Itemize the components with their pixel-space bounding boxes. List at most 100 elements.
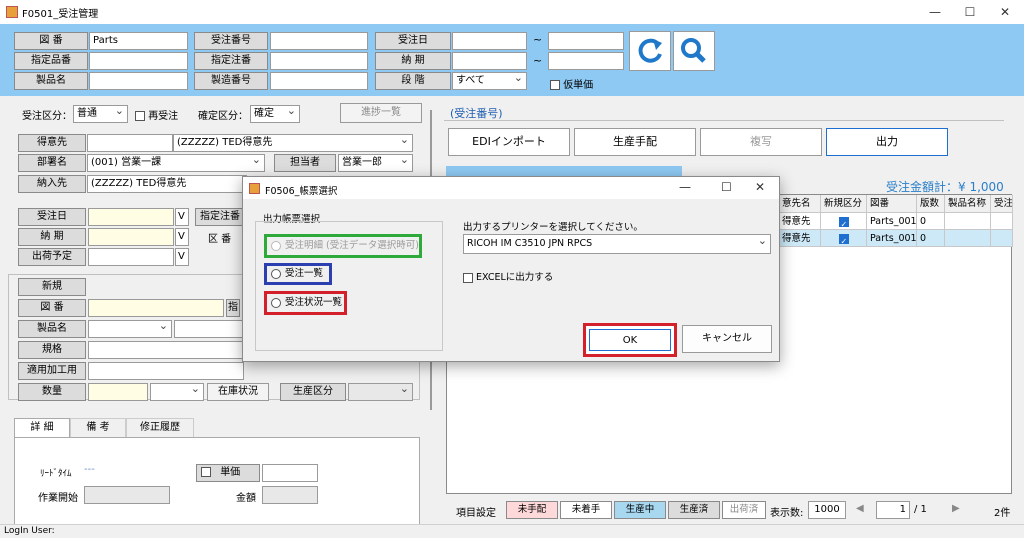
close-icon[interactable]: ✕ — [990, 3, 1020, 21]
cancel-button[interactable]: キャンセル — [682, 325, 772, 353]
shinki-checkbox[interactable] — [821, 230, 867, 247]
koumoku-settei-button[interactable]: 項目設定 — [456, 504, 496, 519]
ok-button[interactable]: OK — [589, 329, 671, 351]
label-dankai: 段 階 — [375, 72, 451, 90]
status-bar: 項目設定 未手配 未着手 生産中 生産済 出荷済 表示数: 1000 ◀ 1 /… — [440, 500, 1024, 520]
suuryou-input[interactable] — [88, 383, 148, 401]
nouki-to-input[interactable] — [548, 52, 624, 70]
juchu-kubun-select[interactable]: 普通 — [73, 105, 128, 123]
col-header[interactable]: 意先名 — [779, 195, 821, 213]
juchu-bangou-label: (受注番号) — [450, 107, 503, 120]
tani-select[interactable] — [150, 383, 204, 401]
page-total: / 1 — [914, 504, 927, 515]
excel-checkbox[interactable]: EXCELに出力する — [463, 269, 553, 283]
edi-import-button[interactable]: EDIインポート — [448, 128, 570, 156]
row-cell: 得意先 — [779, 230, 821, 247]
printer-prompt: 出力するプリンターを選択してください。 — [463, 222, 643, 233]
juchu-bangou-input[interactable] — [270, 32, 368, 50]
juchubi-from-input[interactable] — [452, 32, 527, 50]
item-seihinmei-label: 製品名 — [18, 320, 86, 338]
juchubi-v[interactable]: V — [175, 208, 189, 226]
tokuisaki-code-input[interactable] — [87, 134, 173, 152]
maximize-icon[interactable]: ☐ — [955, 3, 985, 21]
tab-shusei-rireki[interactable]: 修正履歴 — [126, 418, 194, 438]
tekiyou-input[interactable] — [88, 362, 244, 380]
prev-page-icon[interactable]: ◀ — [856, 503, 864, 514]
shinki-checkbox[interactable] — [821, 213, 867, 230]
tokuisaki-select[interactable]: (ZZZZZ) TED得意先 — [173, 134, 413, 152]
dialog-title: F0506_帳票選択 — [265, 186, 338, 197]
shutsuryoku-button[interactable]: 出力 — [826, 128, 948, 156]
dankai-select[interactable]: すべて — [452, 72, 527, 90]
lead-time-value: --- — [84, 464, 95, 475]
nounyu-input[interactable]: (ZZZZZ) TED得意先 — [87, 175, 247, 193]
shinchoku-ichiran-button[interactable]: 進捗一覧 — [340, 103, 422, 123]
seizou-bangou-input[interactable] — [270, 72, 368, 90]
tanka-checkbox[interactable]: 単価 — [196, 464, 260, 482]
dialog-app-icon — [249, 183, 260, 194]
seihinmei-input[interactable] — [89, 72, 188, 90]
seisan-tehai-button[interactable]: 生産手配 — [574, 128, 696, 156]
sagyou-kaishi-input[interactable] — [84, 486, 170, 504]
zuban-input[interactable]: Parts — [89, 32, 188, 50]
dialog-maximize-icon[interactable]: ☐ — [721, 180, 732, 194]
nouki-v[interactable]: V — [175, 228, 189, 246]
option-juchu-ichiran[interactable]: 受注一覧 — [264, 263, 332, 285]
zaiko-button[interactable]: 在庫状況 — [207, 383, 269, 401]
shukka-input[interactable] — [88, 248, 174, 266]
seisan-kubun-select[interactable] — [348, 383, 413, 401]
tokuisaki-label: 得意先 — [18, 134, 86, 152]
kari-tanka-checkbox[interactable]: 仮単価 — [550, 76, 593, 91]
row-cell — [991, 213, 1013, 230]
dialog-minimize-icon[interactable]: — — [679, 180, 691, 194]
tantou-select[interactable]: 営業一郎 — [338, 154, 413, 172]
shi-label: 指 — [226, 299, 240, 317]
col-header[interactable]: 製品名称 — [945, 195, 991, 213]
busho-select[interactable]: (001) 営業一課 — [87, 154, 265, 172]
label-seihinmei: 製品名 — [14, 72, 88, 90]
next-page-icon[interactable]: ▶ — [952, 503, 960, 514]
shitei-chuban-input[interactable] — [270, 52, 368, 70]
label-juchubi: 受注日 — [375, 32, 451, 50]
shitei-hinban-input[interactable] — [89, 52, 188, 70]
lead-time-label: ﾘｰﾄﾞﾀｲﾑ — [40, 469, 72, 479]
tab-bikou[interactable]: 備 考 — [70, 418, 126, 438]
row-cell — [991, 230, 1013, 247]
record-count: 2件 — [994, 508, 1011, 519]
nouki-input[interactable] — [88, 228, 174, 246]
juchubi-to-input[interactable] — [548, 32, 624, 50]
printer-select[interactable]: RICOH IM C3510 JPN RPCS — [463, 234, 771, 254]
col-header[interactable]: 版数 — [917, 195, 945, 213]
tanka-input[interactable] — [262, 464, 318, 482]
option-juchu-meisai-label: 受注明細 (受注データ選択時可) — [285, 240, 419, 251]
option-juchu-joukyou[interactable]: 受注状況一覧 — [264, 291, 347, 315]
kakutei-kubun-select[interactable]: 確定 — [250, 105, 300, 123]
tab-shousai[interactable]: 詳 細 — [14, 418, 70, 438]
kakutei-kubun-label: 確定区分： — [198, 111, 248, 122]
hyouji-input[interactable]: 1000 — [808, 501, 846, 519]
sai-juchu-checkbox[interactable]: 再受注 — [135, 107, 178, 122]
kingaku-input[interactable] — [262, 486, 318, 504]
minimize-icon[interactable]: — — [920, 3, 950, 21]
login-user: LogIn User: — [4, 526, 55, 536]
ok-button-highlight: OK — [583, 323, 677, 357]
item-seihinmei-select[interactable] — [88, 320, 172, 338]
shukka-v[interactable]: V — [175, 248, 189, 266]
col-header[interactable]: 受注 — [991, 195, 1013, 213]
refresh-button[interactable] — [629, 31, 671, 71]
dialog-close-icon[interactable]: ✕ — [755, 180, 765, 194]
option-juchu-meisai[interactable]: 受注明細 (受注データ選択時可) — [264, 234, 422, 258]
col-header[interactable]: 図番 — [867, 195, 917, 213]
col-header[interactable]: 新規区分 — [821, 195, 867, 213]
juchubi-label: 受注日 — [18, 208, 86, 226]
search-button[interactable] — [673, 31, 715, 71]
suuryou-label: 数量 — [18, 383, 86, 401]
item-seihinmei-input[interactable] — [174, 320, 244, 338]
range-separator-2: ~ — [533, 54, 543, 67]
juchubi-input[interactable] — [88, 208, 174, 226]
kikaku-input[interactable] — [88, 341, 244, 359]
item-zuban-input[interactable] — [88, 299, 224, 317]
page-input[interactable]: 1 — [876, 501, 910, 519]
nouki-from-input[interactable] — [452, 52, 527, 70]
fukusha-button[interactable]: 複写 — [700, 128, 822, 156]
